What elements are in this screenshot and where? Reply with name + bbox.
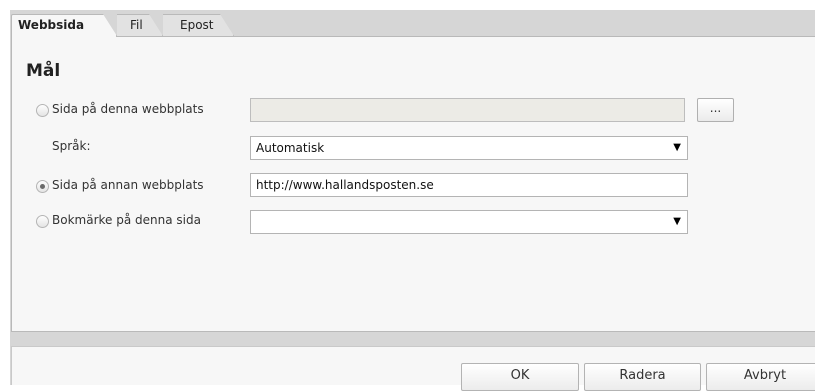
label-bookmark: Bokmärke på denna sida [52,213,201,227]
radio-bookmark[interactable] [36,215,49,228]
cancel-button[interactable]: Avbryt [706,363,815,391]
ok-button[interactable]: OK [461,363,579,391]
tab-fil-label: Fil [130,18,143,32]
radio-page-other-site[interactable] [36,180,49,193]
tab-fil[interactable]: Fil [115,14,163,36]
tab-epost-label: Epost [180,18,214,32]
dropdown-arrow-icon: ▼ [673,216,681,227]
delete-button[interactable]: Radera [584,363,701,391]
tab-notch [149,14,163,36]
tab-webbsida[interactable]: Webbsida [11,14,117,37]
tab-epost[interactable]: Epost [157,14,234,36]
language-select-value: Automatisk [256,141,325,155]
bookmark-select[interactable]: ▼ [250,210,688,234]
language-select[interactable]: Automatisk ▼ [250,136,688,160]
section-heading: Mål [26,61,61,81]
tab-notch [220,14,234,36]
url-input[interactable]: http://www.hallandsposten.se [250,173,688,197]
dropdown-arrow-icon: ▼ [673,142,681,153]
page-this-site-field[interactable] [250,98,685,122]
label-page-this-site: Sida på denna webbplats [52,102,204,116]
label-page-other-site: Sida på annan webbplats [52,178,204,192]
label-language: Språk: [52,139,91,153]
browse-button[interactable]: ... [697,98,734,122]
tab-notch [103,14,117,36]
tab-webbsida-label: Webbsida [18,18,85,32]
radio-page-this-site[interactable] [36,104,49,117]
